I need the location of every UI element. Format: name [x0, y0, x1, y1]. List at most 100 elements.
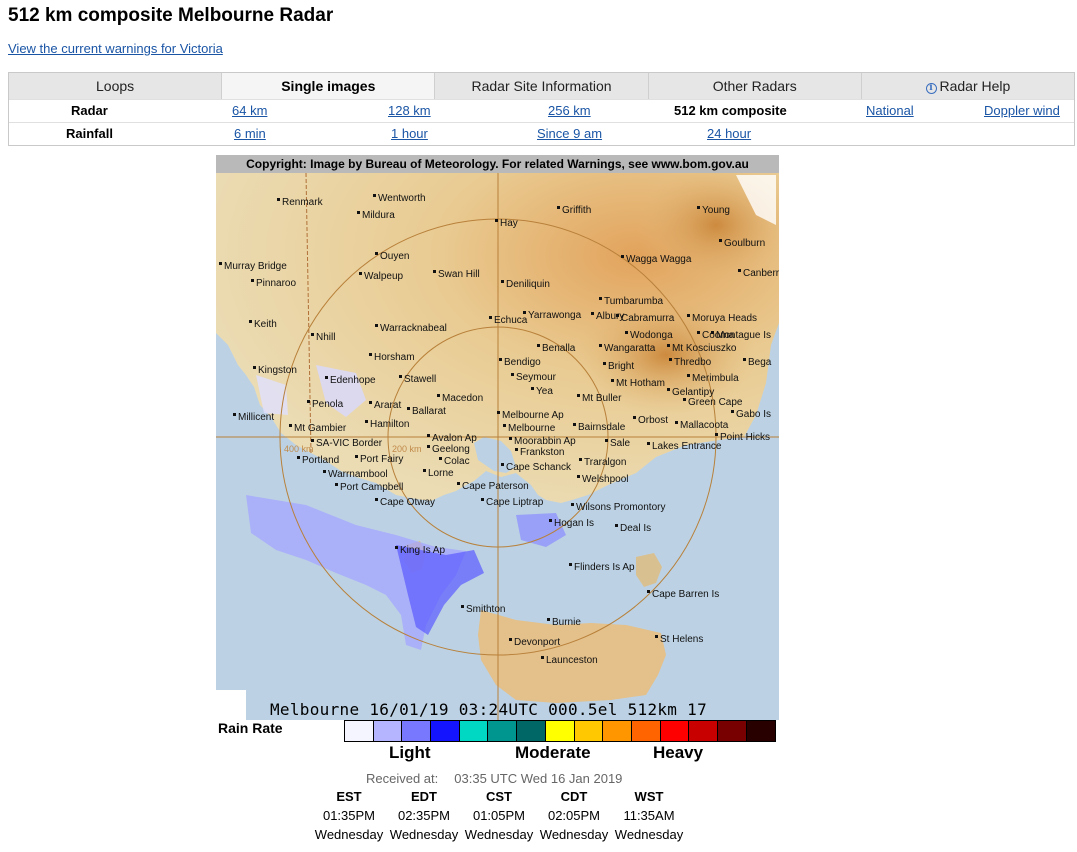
place-label: Lakes Entrance [652, 441, 722, 452]
tz-name: EST [336, 789, 362, 804]
timezone-wst: WST 11:35AM Wednesday [611, 789, 687, 846]
link-6min[interactable]: 6 min [234, 126, 266, 141]
place-label: Mt Hotham [616, 378, 665, 389]
scale-label-heavy: Heavy [653, 743, 704, 762]
tab-radar-site-information[interactable]: Radar Site Information [435, 73, 649, 99]
place-marker [683, 398, 686, 401]
place-marker [571, 503, 574, 506]
scale-swatch [431, 721, 460, 741]
place-label: Walpeup [364, 271, 404, 282]
place-label: Montague Is [716, 330, 771, 341]
warnings-link[interactable]: View the current warnings for Victoria [8, 41, 223, 56]
place-label: Portland [302, 455, 339, 466]
received-info: Received at: 03:35 UTC Wed 16 Jan 2019 [366, 771, 622, 786]
place-marker [731, 410, 734, 413]
link-national[interactable]: National [866, 103, 914, 118]
radar-map: 400 km 200 km Renmark Wentworth Mildura Gri… [216, 155, 779, 720]
place-label: Cape Schanck [506, 462, 572, 473]
place-label: Gabo Is [736, 409, 771, 420]
place-label: Cape Otway [380, 497, 435, 508]
tz-day: Wednesday [539, 827, 609, 842]
place-label: Melbourne Ap [502, 410, 564, 421]
link-256km[interactable]: 256 km [548, 103, 591, 118]
row-label-radar: Radar [71, 103, 108, 118]
tz-time: 02:05PM [547, 808, 601, 823]
row-label-rainfall: Rainfall [66, 126, 113, 141]
place-marker [647, 590, 650, 593]
place-marker [719, 239, 722, 242]
place-marker [675, 421, 678, 424]
place-label: Yarrawonga [528, 310, 582, 321]
place-marker [715, 433, 718, 436]
received-value: 03:35 UTC Wed 16 Jan 2019 [454, 771, 623, 786]
place-label: Horsham [374, 352, 415, 363]
timezone-cst: CST 01:05PM Wednesday [461, 789, 537, 846]
place-marker [616, 314, 619, 317]
scale-swatch [545, 721, 575, 741]
place-marker [501, 463, 504, 466]
tab-single-images[interactable]: Single images [222, 73, 436, 99]
place-marker [557, 206, 560, 209]
place-marker [579, 458, 582, 461]
place-marker [743, 358, 746, 361]
copyright-bar: Copyright: Image by Bureau of Meteorolog… [216, 155, 779, 173]
place-marker [357, 211, 360, 214]
place-marker [251, 279, 254, 282]
link-since-9am[interactable]: Since 9 am [537, 126, 602, 141]
radar-image: 400 km 200 km Renmark Wentworth Mildura Gri… [216, 155, 779, 720]
scale-swatch [603, 721, 632, 741]
tz-time: 02:35PM [397, 808, 451, 823]
scale-swatch [373, 721, 403, 741]
tab-radar-help[interactable]: i Radar Help [862, 73, 1074, 99]
tz-name: CST [486, 789, 512, 804]
place-label: Cape Paterson [462, 481, 529, 492]
place-marker [359, 272, 362, 275]
scale-swatch [488, 721, 518, 741]
place-marker [523, 311, 526, 314]
place-label: Bega [748, 357, 772, 368]
place-marker [375, 324, 378, 327]
link-24hour[interactable]: 24 hour [707, 126, 751, 141]
place-marker [621, 255, 624, 258]
tab-loops[interactable]: Loops [9, 73, 223, 99]
place-marker [457, 482, 460, 485]
place-marker [233, 413, 236, 416]
link-doppler-wind[interactable]: Doppler wind [984, 103, 1060, 118]
tz-name: WST [634, 789, 664, 804]
link-64km[interactable]: 64 km [232, 103, 267, 118]
timezone-cdt: CDT 02:05PM Wednesday [536, 789, 612, 846]
place-label: Mildura [362, 210, 395, 221]
place-marker [499, 358, 502, 361]
place-label: SA-VIC Border [316, 438, 383, 449]
place-label: Flinders Is Ap [574, 562, 635, 573]
scale-swatch [459, 721, 489, 741]
place-label: Ballarat [412, 406, 446, 417]
place-label: Deniliquin [506, 279, 550, 290]
place-marker [615, 524, 618, 527]
place-label: King Is Ap [400, 545, 445, 556]
place-marker [289, 424, 292, 427]
scale-swatch [631, 721, 661, 741]
link-128km[interactable]: 128 km [388, 103, 431, 118]
range-label-200: 200 km [392, 444, 422, 454]
tab-other-radars[interactable]: Other Radars [649, 73, 862, 99]
place-marker [577, 394, 580, 397]
tab-bar: Loops Single images Radar Site Informati… [9, 73, 1074, 99]
link-1hour[interactable]: 1 hour [391, 126, 428, 141]
place-label: Port Campbell [340, 482, 403, 493]
place-marker [427, 445, 430, 448]
page-title: 512 km composite Melbourne Radar [8, 5, 334, 26]
scale-label-moderate: Moderate [515, 743, 591, 762]
place-marker [511, 373, 514, 376]
place-label: Young [702, 205, 730, 216]
place-marker [369, 401, 372, 404]
place-marker [219, 262, 222, 265]
place-label: Green Cape [688, 397, 743, 408]
place-label: Hay [500, 218, 518, 229]
place-label: Welshpool [582, 474, 629, 485]
range-label-400: 400 km [284, 444, 314, 454]
rain-rate-label: Rain Rate [218, 720, 283, 736]
place-marker [697, 331, 700, 334]
received-label: Received at: [366, 771, 439, 786]
place-label: Wentworth [378, 193, 426, 204]
